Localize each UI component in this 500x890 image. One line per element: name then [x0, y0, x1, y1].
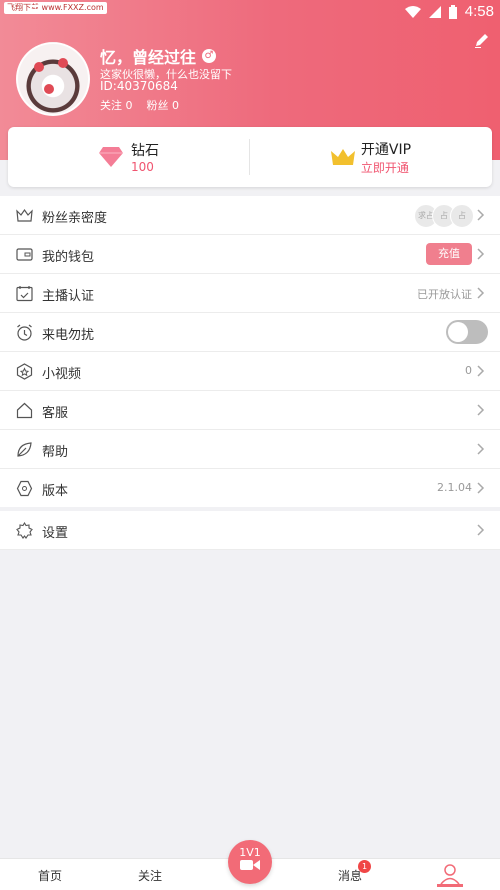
verify-status: 已开放认证	[417, 288, 472, 301]
menu-item-customer-service[interactable]: 客服	[0, 391, 500, 430]
following-count[interactable]: 关注 0	[100, 97, 133, 113]
fan-avatar-placeholder: 占	[450, 204, 474, 228]
version-number: 2.1.04	[437, 481, 472, 494]
vip-action: 立即开通	[360, 160, 409, 175]
chevron-right-icon	[477, 287, 485, 299]
username: 忆，曾经过往 ♂	[100, 44, 217, 68]
signal-icon	[428, 5, 441, 18]
do-not-disturb-toggle[interactable]	[446, 320, 488, 344]
watermark-badge: 飞翔下载 www.FXXZ.com	[4, 2, 107, 14]
fans-count[interactable]: 粉丝 0	[147, 97, 180, 113]
house-icon	[16, 402, 33, 419]
menu-item-do-not-disturb[interactable]: 来电勿扰	[0, 313, 500, 352]
help-leaf-icon	[17, 442, 32, 457]
menu-icon[interactable]	[30, 9, 42, 11]
menu-item-wallet[interactable]: 我的钱包 充值	[0, 235, 500, 274]
menu-item-label: 帮助	[42, 445, 69, 460]
menu-item-settings[interactable]: 设置	[0, 511, 500, 550]
wallet-icon	[16, 248, 33, 261]
calendar-check-icon	[16, 286, 33, 302]
chevron-right-icon	[477, 209, 485, 221]
alarm-icon	[17, 324, 32, 341]
chevron-right-icon	[477, 482, 485, 494]
vip-section[interactable]: 开通VIP 立即开通	[250, 127, 492, 187]
wifi-icon	[404, 5, 421, 18]
center-button-label: 1V1	[239, 846, 261, 859]
avatar-deco	[58, 58, 68, 68]
status-bar: 飞翔下载 www.FXXZ.com 4:58	[0, 0, 500, 24]
settings-menu: 粉丝亲密度 求占 占 占 我的钱包 充值 主播认证 已开放认证 来电勿扰 小视频…	[0, 196, 500, 507]
chevron-right-icon	[477, 248, 485, 260]
edit-icon[interactable]	[474, 32, 490, 48]
active-tab-indicator	[437, 884, 463, 887]
menu-item-short-video[interactable]: 小视频 0	[0, 352, 500, 391]
menu-item-label: 粉丝亲密度	[42, 211, 108, 226]
diamond-section[interactable]: 钻石 100	[8, 127, 250, 187]
clock: 4:58	[464, 3, 494, 20]
avatar[interactable]	[16, 42, 90, 116]
crown-outline-icon	[16, 208, 33, 222]
diamond-value: 100	[131, 160, 154, 174]
status-icons: 4:58	[404, 3, 494, 20]
toggle-knob	[448, 322, 468, 342]
menu-item-label: 来电勿扰	[42, 328, 95, 343]
menu-item-fan-intimacy[interactable]: 粉丝亲密度 求占 占 占	[0, 196, 500, 235]
wallet-card: 钻石 100 开通VIP 立即开通	[8, 127, 492, 187]
diamond-label: 钻石	[131, 143, 159, 159]
one-on-one-call-button[interactable]: 1V1	[228, 840, 272, 884]
menu-item-label: 版本	[42, 484, 69, 499]
fan-avatars: 求占 占 占	[414, 204, 474, 228]
profile-tab-icon[interactable]	[438, 863, 462, 885]
tab-home[interactable]: 首页	[38, 867, 62, 884]
messages-badge: 1	[358, 860, 371, 873]
gender-icon: ♂	[202, 49, 217, 63]
recharge-button[interactable]: 充值	[426, 243, 472, 265]
video-star-icon	[16, 363, 33, 380]
chevron-right-icon	[477, 365, 485, 377]
avatar-deco	[34, 62, 44, 72]
user-id: ID:40370684	[100, 79, 178, 93]
chevron-right-icon	[477, 404, 485, 416]
username-text: 忆，曾经过往	[100, 48, 197, 67]
menu-item-host-verify[interactable]: 主播认证 已开放认证	[0, 274, 500, 313]
menu-item-label: 小视频	[42, 367, 82, 382]
hexagon-icon	[16, 480, 33, 497]
menu-item-label: 我的钱包	[42, 250, 95, 265]
vip-label: 开通VIP	[360, 141, 412, 158]
tab-follow[interactable]: 关注	[138, 867, 162, 884]
menu-item-help[interactable]: 帮助	[0, 430, 500, 469]
menu-item-label: 设置	[42, 526, 69, 541]
menu-item-label: 主播认证	[42, 289, 95, 304]
follow-stats: 关注 0 粉丝 0	[100, 97, 179, 113]
diamond-icon	[99, 147, 123, 167]
gear-icon	[16, 522, 33, 539]
chevron-right-icon	[477, 524, 485, 536]
avatar-deco	[44, 84, 54, 94]
battery-icon	[448, 4, 457, 19]
menu-item-version[interactable]: 版本 2.1.04	[0, 469, 500, 507]
video-count: 0	[465, 364, 472, 377]
crown-icon	[330, 149, 355, 165]
chevron-right-icon	[477, 443, 485, 455]
menu-item-label: 客服	[42, 406, 69, 421]
video-call-icon	[240, 860, 260, 870]
